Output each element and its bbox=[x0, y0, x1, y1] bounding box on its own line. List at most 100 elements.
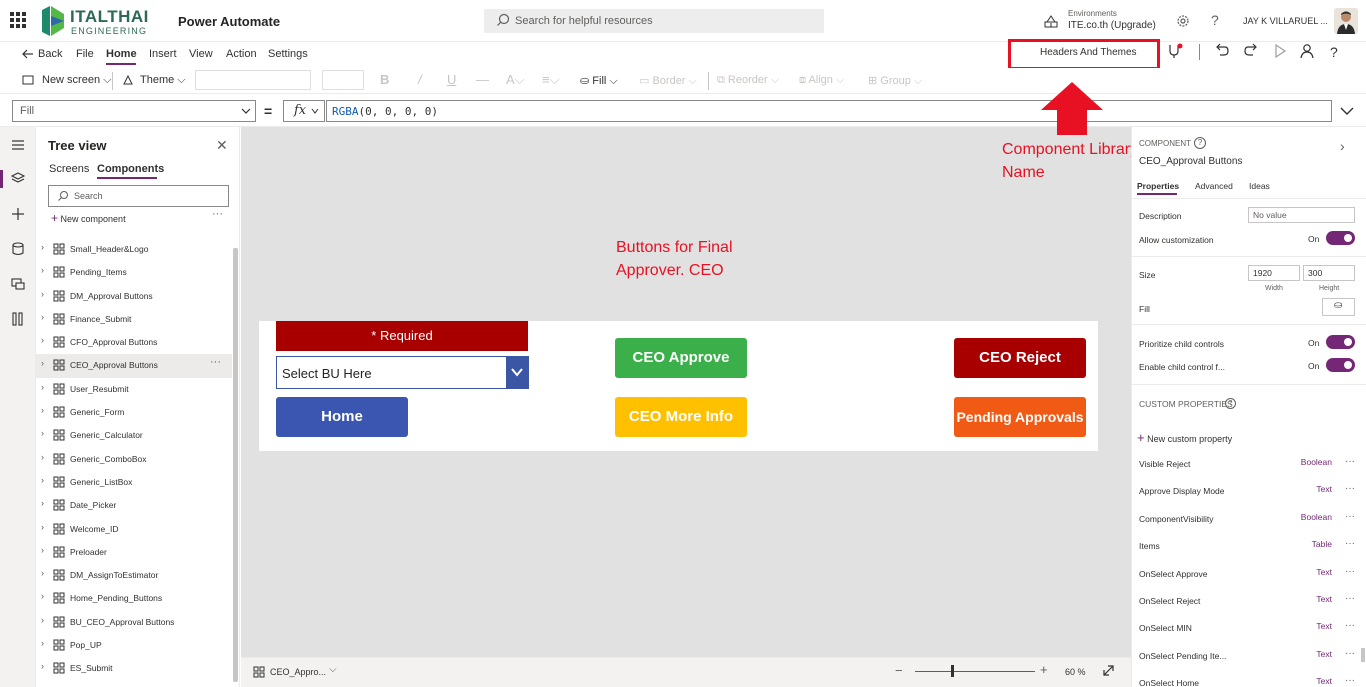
tab-screens[interactable]: Screens bbox=[49, 163, 89, 175]
new-component-button[interactable]: + New component bbox=[51, 211, 126, 225]
tools-icon[interactable] bbox=[10, 311, 26, 327]
chevron-right-icon[interactable]: › bbox=[41, 615, 44, 625]
tree-item[interactable]: › Date_Picker bbox=[36, 494, 232, 517]
tree-item[interactable]: › Preloader bbox=[36, 541, 232, 564]
chevron-right-icon[interactable]: › bbox=[41, 289, 44, 299]
more-options-icon[interactable]: ··· bbox=[1345, 483, 1355, 494]
chevron-right-icon[interactable]: › bbox=[41, 498, 44, 508]
ceo-reject-button[interactable]: CEO Reject bbox=[954, 338, 1086, 378]
more-options-icon[interactable]: ··· bbox=[1345, 648, 1355, 659]
chevron-right-icon[interactable]: › bbox=[41, 661, 44, 671]
tree-item[interactable]: › Generic_ListBox bbox=[36, 471, 232, 494]
share-user-icon[interactable] bbox=[1299, 43, 1315, 59]
menu-settings[interactable]: Settings bbox=[268, 48, 308, 60]
expand-formula-icon[interactable] bbox=[1336, 100, 1358, 122]
align-button[interactable]: ⧈ Align ⌵ bbox=[799, 74, 844, 87]
fit-to-window-icon[interactable] bbox=[1102, 664, 1115, 677]
tree-item[interactable]: › Finance_Submit bbox=[36, 308, 232, 331]
width-input[interactable]: 1920 bbox=[1248, 265, 1300, 281]
question-icon[interactable]: ? bbox=[1330, 44, 1338, 60]
chevron-right-icon[interactable]: › bbox=[41, 475, 44, 485]
app-library-name[interactable]: Headers And Themes bbox=[1040, 47, 1137, 58]
new-custom-property-button[interactable]: + New custom property bbox=[1137, 430, 1232, 445]
ceo-approve-button[interactable]: CEO Approve bbox=[615, 338, 747, 378]
help-icon[interactable]: ? bbox=[1194, 137, 1206, 149]
play-icon[interactable] bbox=[1272, 43, 1288, 59]
tree-item[interactable]: › DM_Approval Buttons bbox=[36, 285, 232, 308]
zoom-slider[interactable] bbox=[915, 671, 1035, 672]
function-button[interactable]: fx bbox=[283, 100, 325, 122]
italic-icon[interactable]: / bbox=[418, 72, 422, 87]
zoom-slider-thumb[interactable] bbox=[951, 665, 954, 677]
chevron-right-icon[interactable]: › bbox=[41, 335, 44, 345]
tree-scrollbar[interactable] bbox=[233, 248, 238, 682]
chevron-right-icon[interactable]: › bbox=[41, 312, 44, 322]
environment-icon[interactable] bbox=[1044, 14, 1058, 28]
font-color-icon[interactable]: A⌵ bbox=[506, 72, 525, 88]
more-options-icon[interactable]: ··· bbox=[212, 208, 223, 220]
plus-icon[interactable] bbox=[10, 206, 26, 222]
chevron-right-icon[interactable]: › bbox=[41, 638, 44, 648]
bold-icon[interactable]: B bbox=[380, 72, 389, 87]
custom-property-name[interactable]: Approve Display Mode bbox=[1139, 486, 1225, 496]
tree-item[interactable]: › DM_AssignToEstimator bbox=[36, 564, 232, 587]
more-options-icon[interactable]: ··· bbox=[210, 356, 221, 368]
strikethrough-icon[interactable]: — bbox=[476, 72, 489, 87]
more-options-icon[interactable]: ··· bbox=[1345, 593, 1355, 604]
chevron-right-icon[interactable]: › bbox=[41, 382, 44, 392]
bu-dropdown[interactable]: Select BU Here bbox=[276, 356, 529, 389]
tab-ideas[interactable]: Ideas bbox=[1249, 181, 1270, 191]
layers-icon[interactable] bbox=[10, 171, 26, 187]
zoom-in-icon[interactable]: + bbox=[1040, 662, 1048, 677]
menu-insert[interactable]: Insert bbox=[149, 48, 177, 60]
menu-home[interactable]: Home bbox=[106, 48, 137, 60]
hamburger-menu-icon[interactable] bbox=[10, 137, 26, 153]
gear-icon[interactable] bbox=[1175, 13, 1191, 29]
more-options-icon[interactable]: ··· bbox=[1345, 566, 1355, 577]
chevron-right-icon[interactable]: › bbox=[41, 405, 44, 415]
chevron-right-icon[interactable]: › bbox=[1340, 138, 1345, 154]
tree-item[interactable]: › ES_Submit bbox=[36, 657, 232, 680]
chevron-right-icon[interactable]: › bbox=[41, 522, 44, 532]
tree-item[interactable]: › Welcome_ID bbox=[36, 518, 232, 541]
custom-property-name[interactable]: OnSelect Reject bbox=[1139, 596, 1200, 606]
chevron-right-icon[interactable]: › bbox=[41, 452, 44, 462]
custom-property-name[interactable]: OnSelect Home bbox=[1139, 678, 1199, 687]
dropdown-button[interactable] bbox=[506, 357, 528, 388]
height-input[interactable]: 300 bbox=[1303, 265, 1355, 281]
ceo-more-info-button[interactable]: CEO More Info bbox=[615, 397, 747, 437]
chevron-right-icon[interactable]: › bbox=[41, 358, 44, 368]
allow-customization-toggle[interactable] bbox=[1326, 231, 1355, 245]
theme-button[interactable]: Theme ⌵ bbox=[140, 74, 186, 87]
redo-icon[interactable] bbox=[1243, 43, 1259, 59]
back-arrow-icon[interactable] bbox=[22, 48, 34, 60]
tree-item[interactable]: › Generic_Calculator bbox=[36, 424, 232, 447]
group-button[interactable]: ⊞ Group ⌵ bbox=[868, 74, 922, 88]
tree-item[interactable]: › Pop_UP bbox=[36, 634, 232, 657]
more-options-icon[interactable]: ··· bbox=[1345, 675, 1355, 686]
fill-color-picker[interactable]: ⛀ bbox=[1322, 298, 1355, 316]
tree-item[interactable]: › Home_Pending_Buttons bbox=[36, 587, 232, 610]
home-button[interactable]: Home bbox=[276, 397, 408, 437]
app-name[interactable]: Power Automate bbox=[178, 14, 280, 29]
chevron-down-icon[interactable]: ⌵ bbox=[329, 664, 337, 675]
more-options-icon[interactable]: ··· bbox=[1345, 456, 1355, 467]
custom-property-name[interactable]: Items bbox=[1139, 541, 1160, 551]
custom-property-name[interactable]: ComponentVisibility bbox=[1139, 514, 1214, 524]
tab-advanced[interactable]: Advanced bbox=[1195, 181, 1233, 191]
fill-button[interactable]: ⛀ Fill ⌵ bbox=[580, 74, 618, 88]
prioritize-child-toggle[interactable] bbox=[1326, 335, 1355, 349]
media-icon[interactable] bbox=[10, 276, 26, 292]
more-options-icon[interactable]: ··· bbox=[1345, 620, 1355, 631]
tree-item[interactable]: › Generic_ComboBox bbox=[36, 448, 232, 471]
description-input[interactable]: No value bbox=[1248, 207, 1355, 223]
text-align-icon[interactable]: ≡⌵ bbox=[542, 72, 559, 88]
chevron-right-icon[interactable]: › bbox=[41, 242, 44, 252]
help-icon[interactable]: ? bbox=[1211, 12, 1219, 28]
avatar[interactable] bbox=[1334, 8, 1358, 34]
database-icon[interactable] bbox=[10, 241, 26, 257]
tab-components[interactable]: Components bbox=[97, 163, 164, 175]
chevron-right-icon[interactable]: › bbox=[41, 265, 44, 275]
enable-child-toggle[interactable] bbox=[1326, 358, 1355, 372]
property-select[interactable]: Fill bbox=[12, 100, 256, 122]
